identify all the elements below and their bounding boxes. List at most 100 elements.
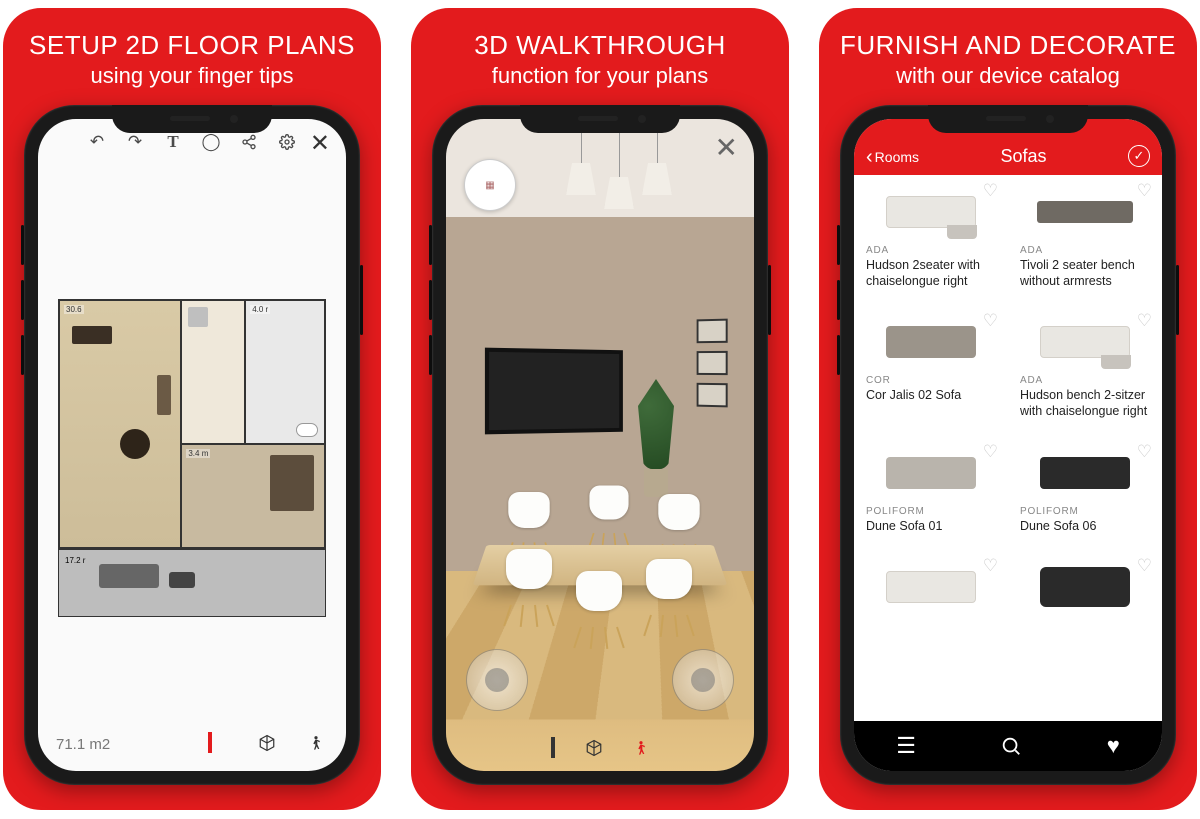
catalog-item[interactable]: ♡ Poliform Dune Sofa 06 [1008, 436, 1162, 545]
search-icon[interactable] [1000, 735, 1022, 757]
product-brand: Cor [866, 375, 996, 386]
product-thumb [1020, 183, 1150, 241]
product-thumb [1020, 558, 1150, 616]
promo-header: 3D WALKTHROUGH function for your plans [464, 8, 736, 93]
catalog-item[interactable]: ♡ Cor Cor Jalis 02 Sofa [854, 305, 1008, 429]
room-lower[interactable]: 17.2 r [58, 549, 326, 617]
favorite-icon[interactable]: ♡ [1137, 181, 1152, 201]
view-2d-icon[interactable] [208, 734, 228, 754]
promo-header: SETUP 2D FLOOR PLANS using your finger t… [19, 8, 365, 93]
chair [589, 486, 628, 537]
back-label: Rooms [875, 149, 919, 165]
product-thumb [866, 444, 996, 502]
product-thumb [866, 183, 996, 241]
favorite-icon[interactable]: ♡ [983, 311, 998, 331]
favorite-icon[interactable]: ♡ [983, 442, 998, 462]
total-area-label: 71.1 m2 [56, 736, 110, 753]
close-icon[interactable]: ✕ [715, 131, 738, 164]
product-brand: Poliform [1020, 506, 1150, 517]
help-icon[interactable]: ◯ [201, 132, 221, 152]
favorite-icon[interactable]: ♡ [983, 181, 998, 201]
walkthrough-icon[interactable] [308, 734, 328, 754]
wall-tv [485, 348, 623, 435]
favorite-icon[interactable]: ♡ [1137, 442, 1152, 462]
pendant-lamp [642, 163, 672, 283]
favorite-icon[interactable]: ♡ [983, 556, 998, 576]
catalog-title: Sofas [919, 146, 1128, 167]
view-2d-icon[interactable] [551, 739, 555, 757]
joystick-move[interactable] [466, 649, 528, 711]
product-name: Hudson 2seater with chaiselongue right [866, 258, 996, 289]
product-brand: ADA [1020, 375, 1150, 386]
favorites-icon[interactable]: ♥ [1107, 733, 1120, 759]
view-3d-icon[interactable] [585, 739, 603, 757]
screen-2d-plan: ↶ ↷ T ◯ ✕ 30.6 [38, 119, 346, 771]
floorplan-canvas[interactable]: 30.6 4.0 r 3.4 m [58, 299, 326, 549]
view-mode-bar [446, 739, 754, 757]
joystick-look[interactable] [672, 649, 734, 711]
catalog-item[interactable]: ♡ [1008, 550, 1162, 626]
room-area-label: 17.2 r [65, 556, 85, 565]
room-area-label: 30.6 [64, 305, 84, 314]
screen-3d-walkthrough[interactable]: ✕ ▦ [446, 119, 754, 771]
favorite-icon[interactable]: ♡ [1137, 311, 1152, 331]
catalog-item[interactable]: ♡ ADA Hudson 2seater with chaiselongue r… [854, 175, 1008, 299]
room-bath[interactable]: 4.0 r [245, 300, 325, 444]
app-store-screenshots: SETUP 2D FLOOR PLANS using your finger t… [0, 0, 1200, 819]
promo-subtitle: function for your plans [474, 63, 726, 89]
catalog-row: ♡ Poliform Dune Sofa 01 ♡ Poliform Dune … [854, 436, 1162, 545]
menu-icon[interactable]: ☰ [896, 733, 916, 759]
screen-catalog: ‹ Rooms Sofas ✓ ♡ ADA Hudson 2seater wit… [854, 119, 1162, 771]
chair [658, 494, 699, 548]
catalog-item[interactable]: ♡ Poliform Dune Sofa 01 [854, 436, 1008, 545]
text-tool-icon[interactable]: T [163, 132, 183, 152]
product-brand: Poliform [866, 506, 996, 517]
pendant-lamp [604, 177, 634, 297]
walkthrough-icon[interactable] [633, 739, 649, 757]
catalog-row: ♡ ADA Hudson 2seater with chaiselongue r… [854, 175, 1162, 299]
promo-title: SETUP 2D FLOOR PLANS [29, 30, 355, 61]
product-name: Dune Sofa 06 [1020, 519, 1150, 535]
product-thumb [1020, 444, 1150, 502]
close-icon[interactable]: ✕ [310, 129, 330, 158]
room-living[interactable]: 30.6 [59, 300, 181, 548]
product-name: Cor Jalis 02 Sofa [866, 388, 996, 404]
chair [506, 549, 552, 609]
view-3d-icon[interactable] [258, 734, 278, 754]
product-thumb [866, 313, 996, 371]
favorite-icon[interactable]: ♡ [1137, 556, 1152, 576]
share-icon[interactable] [239, 132, 259, 152]
catalog-item[interactable]: ♡ ADA Tivoli 2 seater bench without armr… [1008, 175, 1162, 299]
wall-frames [697, 319, 728, 408]
catalog-grid[interactable]: ♡ ADA Hudson 2seater with chaiselongue r… [854, 175, 1162, 721]
catalog-item[interactable]: ♡ ADA Hudson bench 2-sitzer with chaisel… [1008, 305, 1162, 429]
promo-title: 3D WALKTHROUGH [474, 30, 726, 61]
redo-icon[interactable]: ↷ [125, 132, 145, 152]
promo-header: FURNISH AND DECORATE with our device cat… [830, 8, 1186, 93]
promo-subtitle: with our device catalog [840, 63, 1176, 89]
promo-subtitle: using your finger tips [29, 63, 355, 89]
product-brand: ADA [866, 245, 996, 256]
phone-notch [112, 105, 272, 133]
undo-icon[interactable]: ↶ [87, 132, 107, 152]
product-thumb [1020, 313, 1150, 371]
settings-icon[interactable] [277, 132, 297, 152]
catalog-row: ♡ ♡ [854, 550, 1162, 626]
product-name: Hudson bench 2-sitzer with chaiselongue … [1020, 388, 1150, 419]
minimap-icon[interactable]: ▦ [464, 159, 516, 211]
room-area-label: 3.4 m [186, 449, 210, 458]
chair [646, 559, 692, 619]
room-kitchen[interactable] [181, 300, 245, 444]
phone-notch [520, 105, 680, 133]
promo-title: FURNISH AND DECORATE [840, 30, 1176, 61]
phone-frame: ‹ Rooms Sofas ✓ ♡ ADA Hudson 2seater wit… [840, 105, 1176, 785]
room-bed[interactable]: 3.4 m [181, 444, 325, 548]
catalog-row: ♡ Cor Cor Jalis 02 Sofa ♡ ADA Hudson ben… [854, 305, 1162, 429]
promo-card-catalog: FURNISH AND DECORATE with our device cat… [819, 8, 1197, 810]
catalog-item[interactable]: ♡ [854, 550, 1008, 626]
product-brand: ADA [1020, 245, 1150, 256]
confirm-icon[interactable]: ✓ [1128, 145, 1150, 167]
back-button[interactable]: ‹ Rooms [866, 147, 919, 167]
chair [576, 571, 622, 631]
chair [508, 492, 549, 546]
